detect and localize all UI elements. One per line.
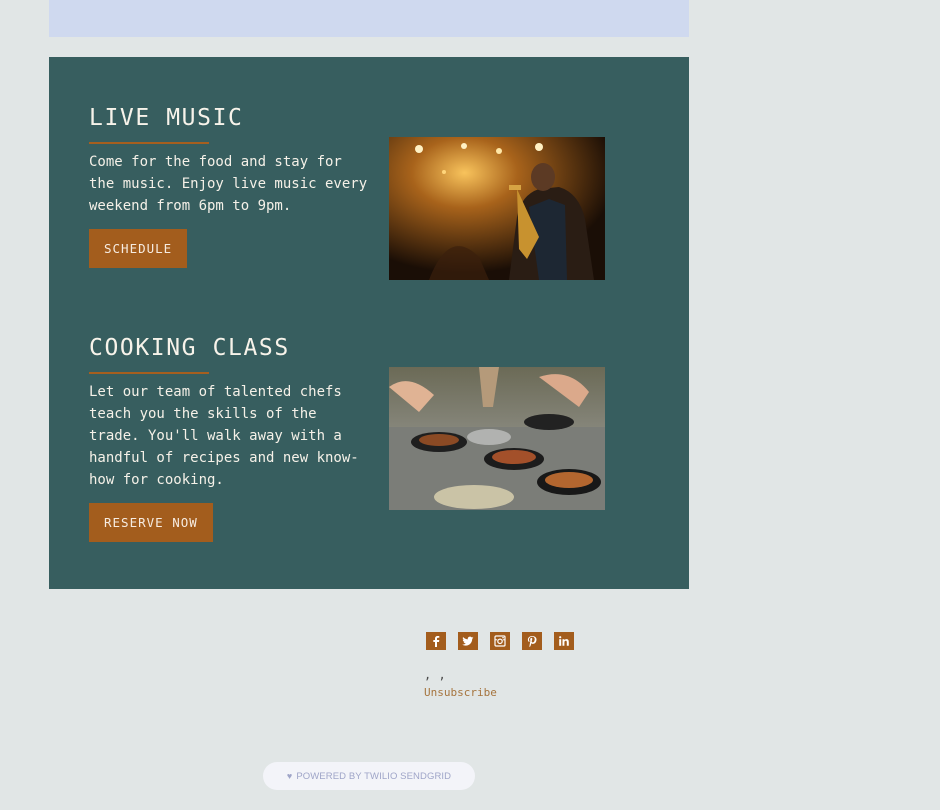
live-music-title: LIVE MUSIC	[89, 105, 244, 131]
powered-by-text: POWERED BY TWILIO SENDGRID	[296, 770, 452, 782]
instagram-icon[interactable]	[490, 632, 510, 650]
live-music-image	[389, 137, 605, 280]
cooking-class-title: COOKING CLASS	[89, 335, 290, 361]
social-links	[426, 632, 574, 650]
powered-by-badge[interactable]: ♥ POWERED BY TWILIO SENDGRID	[263, 762, 475, 790]
schedule-button[interactable]: SCHEDULE	[89, 229, 188, 268]
facebook-icon[interactable]	[426, 632, 446, 650]
title-underline	[89, 372, 209, 374]
live-music-section: LIVE MUSIC Come for the food and stay fo…	[89, 104, 649, 280]
footer-address: , ,	[424, 668, 446, 682]
unsubscribe-link[interactable]: Unsubscribe	[424, 686, 497, 699]
title-underline	[89, 142, 209, 144]
cooking-class-section: COOKING CLASS Let our team of talented c…	[89, 334, 649, 542]
cooking-class-description: Let our team of talented chefs teach you…	[89, 384, 359, 488]
pinterest-icon[interactable]	[522, 632, 542, 650]
events-card: LIVE MUSIC Come for the food and stay fo…	[49, 57, 689, 589]
heart-icon: ♥	[286, 771, 293, 781]
linkedin-icon[interactable]	[554, 632, 574, 650]
reserve-now-button[interactable]: RESERVE NOW	[89, 503, 213, 542]
cooking-class-image	[389, 367, 605, 510]
header-band	[49, 0, 689, 37]
twitter-icon[interactable]	[458, 632, 478, 650]
live-music-description: Come for the food and stay for the music…	[89, 154, 368, 214]
